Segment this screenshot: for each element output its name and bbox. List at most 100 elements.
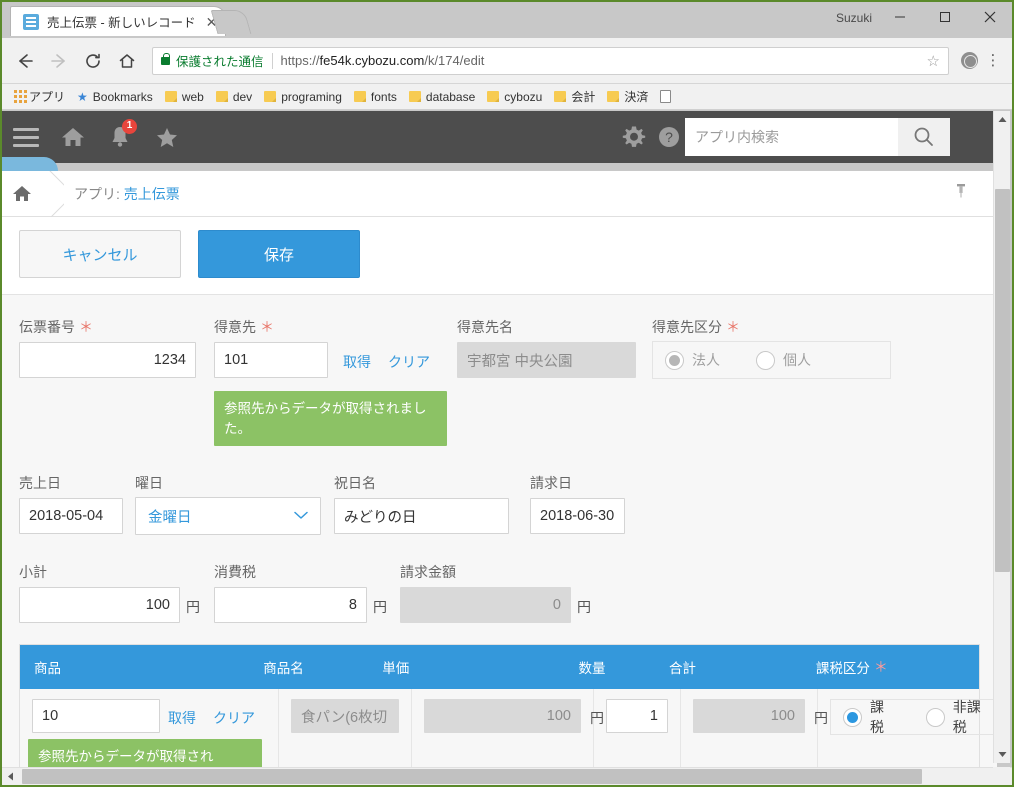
browser-navbar: 保護された通信 https://fe54k.cybozu.com/k/174/e…: [2, 38, 1012, 84]
bookmark-item-cybozu[interactable]: cybozu: [481, 88, 548, 106]
extension-icon[interactable]: [961, 52, 978, 69]
item-get-link[interactable]: 取得: [168, 708, 196, 728]
bookmarks-bar: アプリ ★ Bookmarks web dev programing fonts…: [2, 84, 1012, 110]
billing-date-input[interactable]: [530, 498, 625, 534]
subtable-header-row: 商品 商品名 単価 数量 合計 課税区分＊: [20, 645, 979, 689]
bookmark-item-kaikei[interactable]: 会計: [548, 86, 601, 107]
bookmark-label: programing: [281, 89, 342, 104]
forward-icon[interactable]: [44, 46, 74, 76]
sales-date-input[interactable]: [19, 498, 123, 534]
bookmark-label: 決済: [624, 90, 649, 104]
customer-code-input[interactable]: [214, 342, 328, 378]
close-icon[interactable]: [967, 2, 1012, 32]
holiday-name-input[interactable]: [334, 498, 509, 534]
customer-type-option-corporate[interactable]: 法人: [665, 350, 720, 370]
vertical-scrollbar[interactable]: [993, 111, 1010, 763]
radio-label: 法人: [692, 352, 720, 368]
bookmark-item-web[interactable]: web: [159, 88, 210, 106]
cancel-button[interactable]: キャンセル: [19, 230, 181, 278]
billing-amount-input: [400, 587, 571, 623]
browser-tab[interactable]: 売上伝票 - 新しいレコード ✕: [10, 6, 227, 36]
tax-type-option-taxable[interactable]: 課税: [843, 697, 896, 737]
chevron-down-icon: [294, 507, 320, 525]
horizontal-scrollbar[interactable]: [2, 767, 1012, 785]
scroll-down-icon[interactable]: [994, 746, 1011, 763]
bookmark-item-bookmarks[interactable]: ★ Bookmarks: [71, 88, 159, 106]
bookmark-label: fonts: [370, 89, 397, 104]
folder-icon: [408, 91, 421, 102]
tax-input[interactable]: [214, 587, 367, 623]
quantity-input[interactable]: [606, 699, 668, 733]
home-icon: [13, 185, 31, 201]
window-user-label[interactable]: Suzuki: [836, 11, 872, 25]
folder-icon: [353, 91, 366, 102]
favorites-button[interactable]: [143, 111, 190, 163]
required-marker: ＊: [726, 319, 740, 335]
column-header-tax-type: 課税区分＊: [802, 645, 979, 689]
home-icon[interactable]: [112, 46, 142, 76]
hamburger-icon: [12, 123, 39, 152]
portal-home-button[interactable]: [49, 111, 96, 163]
notifications-button[interactable]: 1: [96, 111, 143, 163]
tax-type-option-nontaxable[interactable]: 非課税: [925, 697, 992, 737]
save-button[interactable]: 保存: [198, 230, 360, 278]
column-header-unit-price: 単価: [382, 661, 410, 676]
folder-icon: [264, 91, 277, 102]
hamburger-menu-button[interactable]: [2, 111, 49, 163]
customer-type-radio-group[interactable]: 法人 個人: [652, 341, 891, 379]
horizontal-scroll-thumb[interactable]: [22, 769, 922, 784]
breadcrumb-home-button[interactable]: [2, 183, 42, 205]
bookmark-item-dev[interactable]: dev: [210, 88, 258, 106]
subtotal-input[interactable]: [19, 587, 180, 623]
radio-icon: [925, 707, 945, 727]
customer-clear-link[interactable]: クリア: [388, 352, 430, 372]
maximize-icon[interactable]: [922, 2, 967, 32]
gear-icon: [622, 126, 645, 147]
tax-label: 消費税: [214, 564, 256, 580]
browser-menu-icon[interactable]: ⋮: [982, 53, 1004, 68]
total-input: [693, 699, 805, 733]
customer-type-option-individual[interactable]: 個人: [756, 350, 811, 370]
billing-amount-label: 請求金額: [400, 564, 456, 580]
weekday-select[interactable]: 金曜日: [135, 497, 321, 535]
radio-icon: [843, 707, 862, 727]
item-clear-link[interactable]: クリア: [213, 708, 255, 728]
minimize-icon[interactable]: [877, 2, 922, 32]
slip-number-input[interactable]: [19, 342, 196, 378]
breadcrumb-app-link[interactable]: 売上伝票: [124, 186, 180, 202]
bookmark-item-kessai[interactable]: 決済: [601, 86, 654, 107]
tab-favicon-icon: [23, 13, 39, 30]
vertical-scroll-thumb[interactable]: [995, 189, 1010, 572]
tax-type-radio-group[interactable]: 課税 非課税: [830, 699, 1005, 735]
item-code-input[interactable]: [32, 699, 160, 733]
bookmark-item-fonts[interactable]: fonts: [348, 88, 403, 106]
folder-icon: [164, 91, 177, 102]
bookmark-item-apps[interactable]: アプリ: [8, 86, 71, 107]
scroll-up-icon[interactable]: [994, 111, 1011, 128]
customer-name-input: [457, 342, 636, 378]
customer-get-link[interactable]: 取得: [343, 352, 371, 372]
back-icon[interactable]: [10, 46, 40, 76]
pin-button[interactable]: [953, 181, 969, 206]
address-bar[interactable]: 保護された通信 https://fe54k.cybozu.com/k/174/e…: [152, 46, 949, 75]
search-button[interactable]: [898, 118, 950, 156]
radio-label: 非課税: [952, 699, 981, 735]
unit-price-input: [424, 699, 581, 733]
app-search-box[interactable]: [685, 118, 950, 156]
required-marker: ＊: [79, 319, 93, 335]
bookmark-label: アプリ: [29, 90, 66, 104]
bookmark-item-database[interactable]: database: [403, 88, 481, 106]
secure-label: 保護された通信: [176, 55, 264, 69]
reload-icon[interactable]: [78, 46, 108, 76]
search-input[interactable]: [685, 119, 898, 155]
label-text: 得意先区分: [652, 319, 722, 335]
folder-icon: [554, 91, 567, 102]
scroll-left-icon[interactable]: [2, 768, 19, 785]
record-action-bar: キャンセル 保存: [2, 217, 997, 295]
bookmark-item-programing[interactable]: programing: [258, 88, 348, 106]
bookmark-star-icon[interactable]: ☆: [927, 52, 940, 70]
window-controls: [877, 2, 1012, 32]
required-marker: ＊: [873, 659, 888, 675]
new-tab-button[interactable]: [210, 10, 252, 34]
bookmark-item-page[interactable]: [654, 88, 680, 105]
